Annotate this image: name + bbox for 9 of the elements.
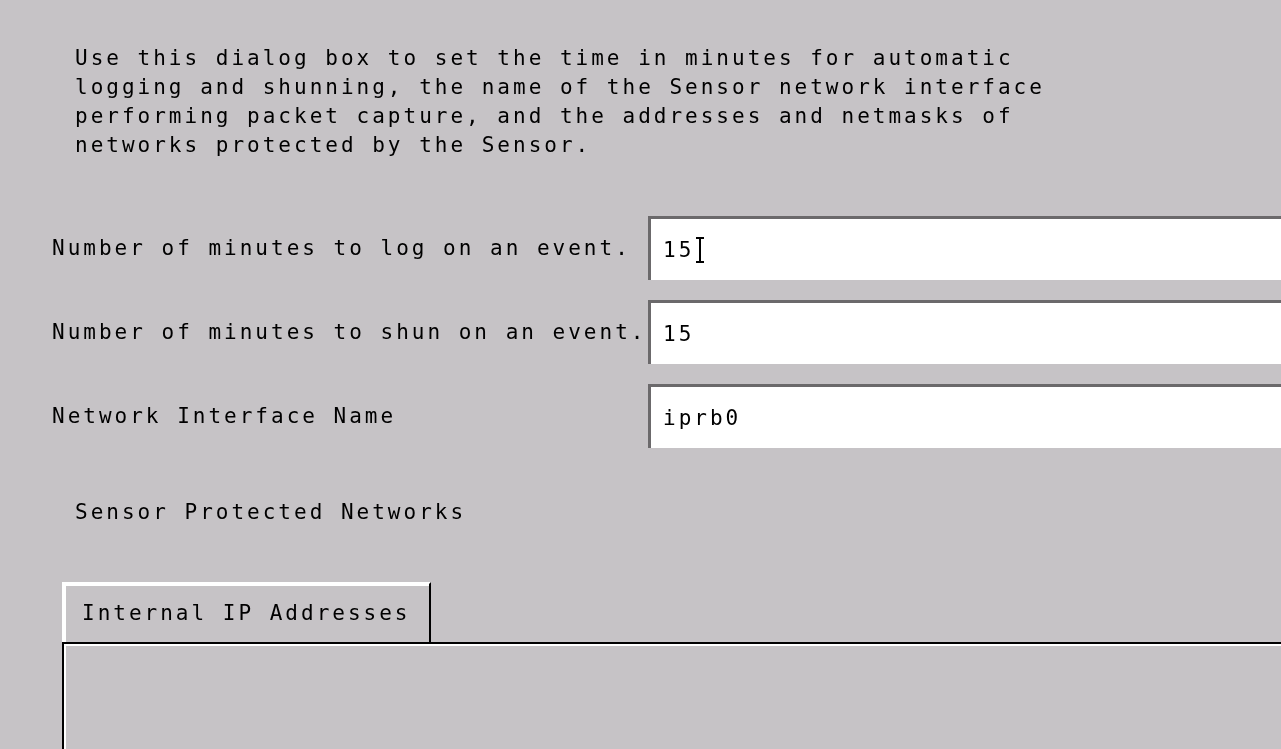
input-field[interactable]: 15 — [648, 300, 1281, 364]
instructions-text: Use this dialog box to set the time in minutes for automatic logging and shunning, the name of the Sensor network interface performing packet capture, and the addresses and netmasks of networks protected by the Sensor. — [74, 45, 1046, 159]
input-field[interactable]: 15 — [648, 216, 1281, 280]
input-field[interactable]: iprb0 — [648, 384, 1281, 448]
field-label: Number of minutes to log on an event. — [51, 236, 632, 260]
section-title: Sensor Protected Networks — [75, 500, 467, 524]
field-label: Network Interface Name — [51, 404, 398, 428]
field-label: Number of minutes to shun on an event. — [51, 320, 648, 344]
tab[interactable]: Internal IP Addresses — [62, 582, 431, 642]
